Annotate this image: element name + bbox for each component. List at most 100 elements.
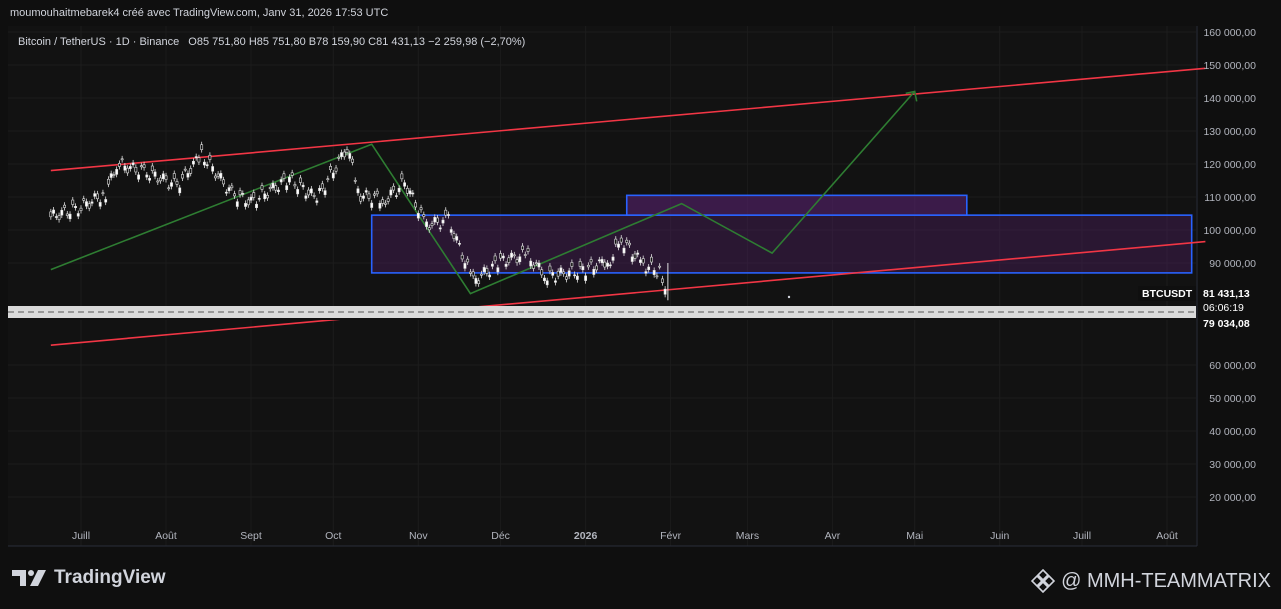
candle-body: [340, 152, 343, 157]
candle-body: [449, 229, 453, 233]
candle-body: [554, 280, 557, 283]
price-chart[interactable]: 160 000,00 150 000,00 140 000,00 130 000,00…: [0, 0, 1281, 609]
candle-body: [510, 252, 513, 258]
candle-body: [348, 153, 352, 159]
candle-body: [477, 280, 481, 285]
candle-body: [469, 271, 472, 274]
candle-body: [403, 182, 407, 187]
tradingview-logo-text: TradingView: [54, 567, 166, 588]
candle-body: [63, 204, 66, 208]
candle-body: [490, 263, 494, 267]
candle-body: [312, 195, 316, 197]
candle-body: [208, 154, 212, 160]
candle-body: [397, 187, 401, 193]
low-price-tag: 79 034,08: [1203, 318, 1250, 330]
candle-body: [384, 202, 387, 205]
candle-body: [364, 190, 368, 193]
candle-body: [400, 173, 404, 180]
candle-body: [578, 261, 582, 267]
tradingview-logo[interactable]: TradingView: [12, 567, 166, 589]
candle-body: [334, 167, 338, 172]
candle-body: [619, 237, 623, 243]
candle-body: [392, 185, 396, 191]
candle-body: [351, 158, 354, 163]
candle-body: [575, 275, 579, 280]
candle-body: [279, 179, 283, 183]
candle-body: [471, 271, 475, 277]
candle-body: [499, 253, 502, 259]
low-value: 78 159,90: [316, 36, 366, 48]
candle-body: [543, 277, 546, 282]
candle-body: [255, 203, 258, 208]
candle-body: [52, 209, 55, 214]
candle-body: [611, 256, 615, 261]
candle-body: [460, 254, 464, 260]
candle-body: [142, 164, 146, 168]
y-axis-tick-label: 120 000,00: [1203, 159, 1256, 171]
x-axis-tick-label: Avr: [825, 530, 841, 542]
candle-body: [79, 207, 83, 211]
symbol-info-line[interactable]: Bitcoin / TetherUS · 1D · Binance O85 75…: [18, 36, 525, 48]
candle-body: [660, 278, 664, 283]
candle-body: [326, 178, 330, 181]
x-axis-tick-label: Nov: [409, 530, 428, 542]
candle-body: [320, 183, 324, 189]
candle-body: [570, 262, 574, 267]
candle-body: [628, 242, 631, 246]
candle-body: [353, 180, 357, 182]
supply-demand-zone[interactable]: [370, 214, 1193, 274]
candle-body: [345, 149, 349, 153]
candle-body: [378, 203, 382, 209]
y-axis-tick-label: 140 000,00: [1203, 93, 1256, 105]
candle-body: [584, 275, 588, 281]
candle-body: [90, 201, 94, 204]
candle-body: [356, 188, 360, 194]
candle-body: [405, 188, 409, 194]
open-label: O: [188, 36, 197, 48]
candle-body: [205, 164, 209, 167]
candle-body: [307, 189, 311, 196]
candle-body: [49, 211, 53, 218]
candle-body: [556, 270, 560, 277]
watermark-text: @ MMH-TEAMMATRIX: [1061, 569, 1271, 592]
candle-body: [227, 187, 231, 191]
y-axis-tick-label: 100 000,00: [1203, 225, 1256, 237]
y-axis-tick-label: 20 000,00: [1209, 492, 1256, 504]
candle-body: [386, 198, 390, 202]
candle-body: [57, 215, 61, 220]
channel-upper-line[interactable]: [50, 67, 1206, 172]
candle-body: [529, 260, 533, 267]
candle-body: [425, 221, 428, 227]
candle-body: [548, 265, 552, 272]
candle-body: [268, 187, 272, 190]
candle-body: [562, 271, 566, 275]
candle-body: [288, 176, 291, 183]
candle-body: [422, 214, 426, 217]
candle-body: [617, 243, 620, 248]
candle-body: [266, 195, 269, 199]
candle-body: [630, 256, 634, 262]
candle-body: [559, 267, 563, 273]
y-axis-tick-label: 90 000,00: [1209, 258, 1256, 270]
candle-body: [282, 173, 286, 179]
candle-body: [633, 253, 637, 259]
candle-body: [222, 179, 226, 185]
candle-body: [60, 209, 64, 216]
high-label: H: [248, 36, 257, 48]
candle-body: [134, 166, 138, 173]
candle-body: [595, 265, 598, 271]
candle-body: [68, 213, 72, 220]
candle-body: [644, 271, 648, 274]
candle-body: [82, 198, 86, 201]
candle-body: [433, 217, 437, 223]
candle-body: [606, 262, 609, 267]
candle-body: [639, 259, 642, 263]
candle-body: [452, 233, 456, 239]
candle-body: [181, 174, 184, 179]
candle-body: [277, 189, 280, 193]
candle-body: [438, 227, 442, 230]
candle-body: [290, 172, 294, 176]
candle-body: [112, 174, 116, 176]
candle-body: [238, 190, 242, 196]
candle-body: [109, 173, 113, 178]
